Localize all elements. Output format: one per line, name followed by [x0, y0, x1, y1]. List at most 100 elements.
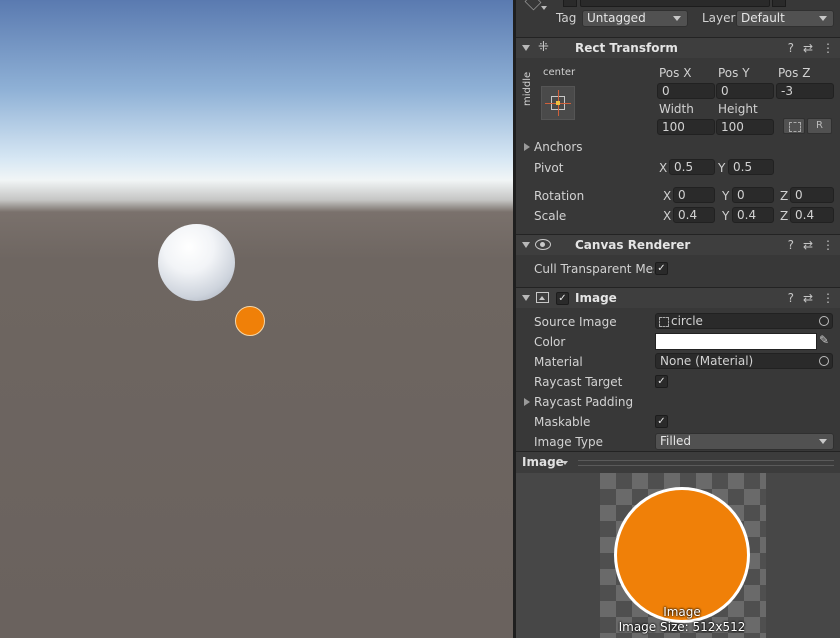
raw-edit-label: R [816, 120, 823, 131]
raycast-target-label: Raycast Target [534, 375, 623, 389]
rot-y-field[interactable]: 0 [732, 187, 774, 203]
height-label: Height [718, 102, 758, 116]
height-field[interactable]: 100 [716, 119, 774, 135]
blueprint-mode-button[interactable] [783, 118, 805, 134]
tag-dropdown[interactable]: Untagged [582, 10, 688, 27]
material-value: None (Material) [660, 354, 754, 368]
preview-toolbar: Image [516, 451, 840, 474]
preview-area: Image Image Size: 512x512 [516, 473, 840, 638]
scale-x-label: X [663, 209, 672, 223]
image-type-dropdown[interactable]: Filled [655, 433, 834, 450]
help-icon[interactable]: ? [788, 238, 794, 252]
layer-label: Layer [702, 11, 736, 25]
source-image-field[interactable]: circle [655, 313, 833, 329]
raw-edit-button[interactable]: R [807, 118, 832, 134]
pos-y-field[interactable]: 0 [716, 83, 774, 99]
cull-transparent-label: Cull Transparent Mes [534, 262, 654, 276]
preview-circle [614, 487, 750, 623]
scale-z-label: Z [780, 209, 789, 223]
maskable-checkbox[interactable]: ✓ [655, 415, 668, 428]
pivot-x-label: X [659, 161, 668, 175]
maskable-label: Maskable [534, 415, 591, 429]
foldout-arrow-icon[interactable] [522, 295, 530, 301]
anchors-foldout-icon[interactable] [524, 143, 530, 151]
image-component-icon [536, 292, 549, 303]
raycast-padding-label[interactable]: Raycast Padding [534, 395, 633, 409]
pivot-y-field[interactable]: 0.5 [728, 159, 774, 175]
width-field[interactable]: 100 [657, 119, 715, 135]
sphere-object[interactable] [158, 224, 235, 301]
image-enabled-checkbox[interactable]: ✓ [556, 292, 569, 305]
dashed-rect-icon [789, 122, 801, 132]
scene-view[interactable] [0, 0, 513, 638]
scale-y-field[interactable]: 0.4 [732, 207, 774, 223]
foldout-arrow-icon[interactable] [522, 242, 530, 248]
chevron-down-icon[interactable] [541, 6, 547, 10]
canvas-renderer-title: Canvas Renderer [575, 238, 691, 252]
canvas-renderer-header[interactable]: Canvas Renderer ? ⇄ ⋮ [516, 234, 840, 255]
pos-z-field[interactable]: -3 [776, 83, 834, 99]
more-icon[interactable]: ⋮ [822, 41, 834, 55]
name-field[interactable] [580, 0, 770, 7]
rot-y-label: Y [722, 189, 730, 203]
source-image-label: Source Image [534, 315, 617, 329]
settings-icon[interactable]: ⇄ [803, 238, 813, 252]
anchor-v-label: middle [522, 71, 533, 106]
rot-x-label: X [663, 189, 672, 203]
eyedropper-icon[interactable]: ✎ [819, 333, 829, 347]
object-picker-icon[interactable] [819, 356, 829, 366]
pos-x-label: Pos X [659, 66, 692, 80]
tag-value: Untagged [587, 11, 646, 25]
gameobject-icon [524, 0, 542, 11]
color-swatch[interactable] [655, 333, 817, 350]
orange-circle-image[interactable] [235, 306, 265, 336]
sprite-icon [659, 317, 669, 327]
tag-label: Tag [556, 11, 577, 25]
anchors-label[interactable]: Anchors [534, 140, 583, 154]
settings-icon[interactable]: ⇄ [803, 291, 813, 305]
object-picker-icon[interactable] [819, 316, 829, 326]
static-checkbox[interactable] [772, 0, 786, 7]
preview-dropdown-label: Image [522, 455, 564, 469]
chevron-down-icon [819, 16, 827, 21]
rect-transform-title: Rect Transform [575, 41, 678, 55]
layer-dropdown[interactable]: Default [736, 10, 834, 27]
preview-name: Image [663, 605, 701, 619]
anchor-h-label: center [543, 67, 576, 78]
help-icon[interactable]: ? [788, 41, 794, 55]
more-icon[interactable]: ⋮ [822, 238, 834, 252]
width-label: Width [659, 102, 694, 116]
more-icon[interactable]: ⋮ [822, 291, 834, 305]
settings-icon[interactable]: ⇄ [803, 41, 813, 55]
image-component-header[interactable]: ✓ Image ? ⇄ ⋮ [516, 287, 840, 308]
rot-z-field[interactable]: 0 [790, 187, 834, 203]
raycast-padding-foldout-icon[interactable] [524, 398, 530, 406]
preview-size: Image Size: 512x512 [618, 620, 746, 634]
rot-x-field[interactable]: 0 [673, 187, 715, 203]
image-icon-mountain [539, 296, 545, 300]
foldout-arrow-icon[interactable] [522, 45, 530, 51]
scale-x-field[interactable]: 0.4 [673, 207, 715, 223]
eye-pupil [540, 242, 545, 247]
material-field[interactable]: None (Material) [655, 353, 833, 369]
scale-z-field[interactable]: 0.4 [790, 207, 834, 223]
anchor-preset-button[interactable] [541, 86, 575, 120]
chevron-down-icon [673, 16, 681, 21]
cull-transparent-checkbox[interactable]: ✓ [655, 262, 668, 275]
pos-x-field[interactable]: 0 [657, 83, 715, 99]
scale-label: Scale [534, 209, 567, 223]
raycast-target-checkbox[interactable]: ✓ [655, 375, 668, 388]
inspector-panel: Tag Untagged Layer Default ⁜ Rect Transf… [516, 0, 840, 638]
pivot-y-label: Y [718, 161, 726, 175]
chevron-down-icon [819, 439, 827, 444]
component-header-icons: ? ⇄ ⋮ [779, 238, 834, 252]
pivot-x-field[interactable]: 0.5 [669, 159, 715, 175]
preview-dropdown[interactable]: Image [522, 455, 568, 469]
scale-y-label: Y [722, 209, 730, 223]
preview-drag-bar[interactable] [578, 460, 834, 466]
active-checkbox[interactable] [563, 0, 577, 7]
chevron-down-icon [562, 461, 568, 465]
anchor-center-dot [556, 101, 560, 105]
help-icon[interactable]: ? [788, 291, 794, 305]
rect-transform-header[interactable]: ⁜ Rect Transform ? ⇄ ⋮ [516, 37, 840, 58]
